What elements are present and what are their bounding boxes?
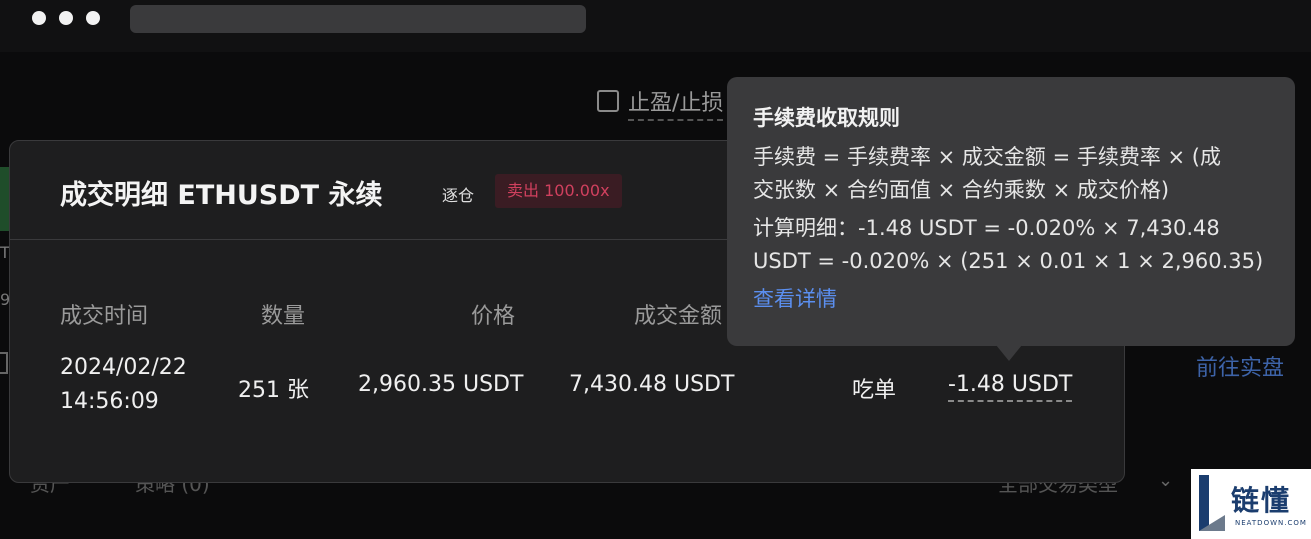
- window-minimize-dot[interactable]: [59, 11, 73, 25]
- trade-date: 2024/02/22: [60, 355, 187, 380]
- window-close-dot[interactable]: [32, 11, 46, 25]
- tooltip-arrow: [996, 345, 1022, 361]
- column-header-price: 价格: [471, 304, 516, 329]
- window-titlebar: [0, 0, 1311, 52]
- watermark-name: 链懂: [1231, 484, 1292, 517]
- window-maximize-dot[interactable]: [86, 11, 100, 25]
- background-partial-box: [0, 352, 8, 374]
- chevron-down-icon[interactable]: ⌄: [1158, 470, 1173, 491]
- trade-amount: 7,430.48 USDT: [569, 372, 735, 397]
- column-header-time: 成交时间: [60, 304, 149, 329]
- fee-detail-line: USDT = -0.020% × (251 × 0.01 × 1 × 2,960…: [753, 249, 1264, 273]
- trade-price: 2,960.35 USDT: [358, 372, 524, 397]
- watermark-logo: 链懂 NEATDOWN.COM: [1191, 469, 1311, 539]
- trade-qty: 251 张: [238, 378, 309, 403]
- fee-formula-line: 交张数 × 合约面值 × 合约乘数 × 成交价格): [753, 178, 1170, 202]
- column-header-qty: 数量: [261, 304, 306, 329]
- trade-fee[interactable]: -1.48 USDT: [948, 372, 1073, 402]
- dialog-title: 成交明细 ETHUSDT 永续: [60, 180, 383, 211]
- side-leverage-badge: 卖出 100.00x: [495, 174, 622, 208]
- trade-role: 吃单: [852, 378, 897, 403]
- fee-rule-tooltip: 手续费收取规则 手续费 = 手续费率 × 成交金额 = 手续费率 × (成 交张…: [727, 77, 1295, 346]
- logo-mark-icon: [1199, 475, 1225, 531]
- address-bar[interactable]: [130, 5, 586, 33]
- column-header-amount: 成交金额: [634, 304, 723, 329]
- trade-time: 14:56:09: [60, 389, 159, 414]
- tpsl-label[interactable]: 止盈/止损: [628, 85, 724, 121]
- margin-mode-label: 逐仓: [442, 186, 475, 205]
- tpsl-checkbox[interactable]: [597, 90, 619, 112]
- view-details-link[interactable]: 查看详情: [753, 283, 1269, 316]
- goto-live-link[interactable]: 前往实盘: [1196, 350, 1284, 382]
- tooltip-title: 手续费收取规则: [753, 106, 900, 130]
- fee-formula-line: 手续费 = 手续费率 × 成交金额 = 手续费率 × (成: [753, 145, 1221, 169]
- watermark-sub: NEATDOWN.COM: [1235, 519, 1307, 527]
- fee-detail-line: 计算明细：-1.48 USDT = -0.020% × 7,430.48: [753, 216, 1220, 240]
